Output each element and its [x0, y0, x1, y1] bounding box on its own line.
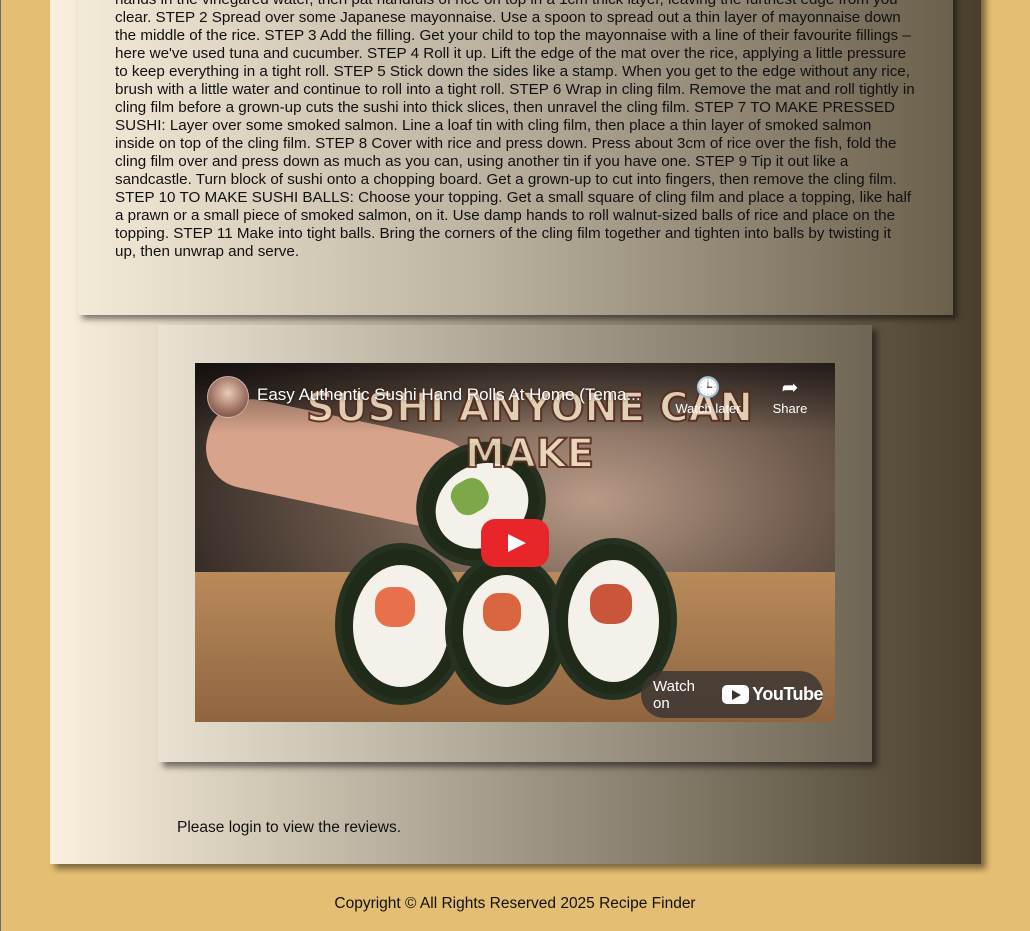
clock-icon: 🕒: [695, 377, 721, 399]
youtube-wordmark: YouTube: [752, 684, 823, 704]
play-button[interactable]: [481, 519, 549, 567]
reviews-login-message: Please login to view the reviews.: [177, 819, 402, 836]
watch-on-label: Watch on: [653, 677, 695, 712]
recipe-instructions: hands in the vinegared water, then pat h…: [115, 0, 915, 260]
watch-on-youtube-button[interactable]: Watch on YouTube: [641, 671, 823, 718]
window-edge: [0, 0, 1, 931]
youtube-play-icon: [722, 685, 750, 704]
watch-later-button[interactable]: 🕒 Watch later: [673, 375, 743, 416]
share-label: Share: [772, 401, 808, 416]
watch-later-label: Watch later: [675, 401, 741, 416]
footer-copyright: Copyright © All Rights Reserved 2025 Rec…: [334, 895, 696, 912]
share-arrow-icon: ➦: [781, 377, 799, 399]
youtube-embed[interactable]: SUSHI ANYONE CAN MAKE Easy Authentic Sus…: [195, 363, 835, 722]
sushi-roll-image: [445, 553, 567, 705]
video-title[interactable]: Easy Authentic Sushi Hand Rolls At Home …: [257, 385, 657, 405]
share-button[interactable]: ➦ Share: [755, 375, 825, 416]
youtube-logo: YouTube: [722, 684, 823, 705]
channel-avatar[interactable]: [207, 376, 249, 418]
